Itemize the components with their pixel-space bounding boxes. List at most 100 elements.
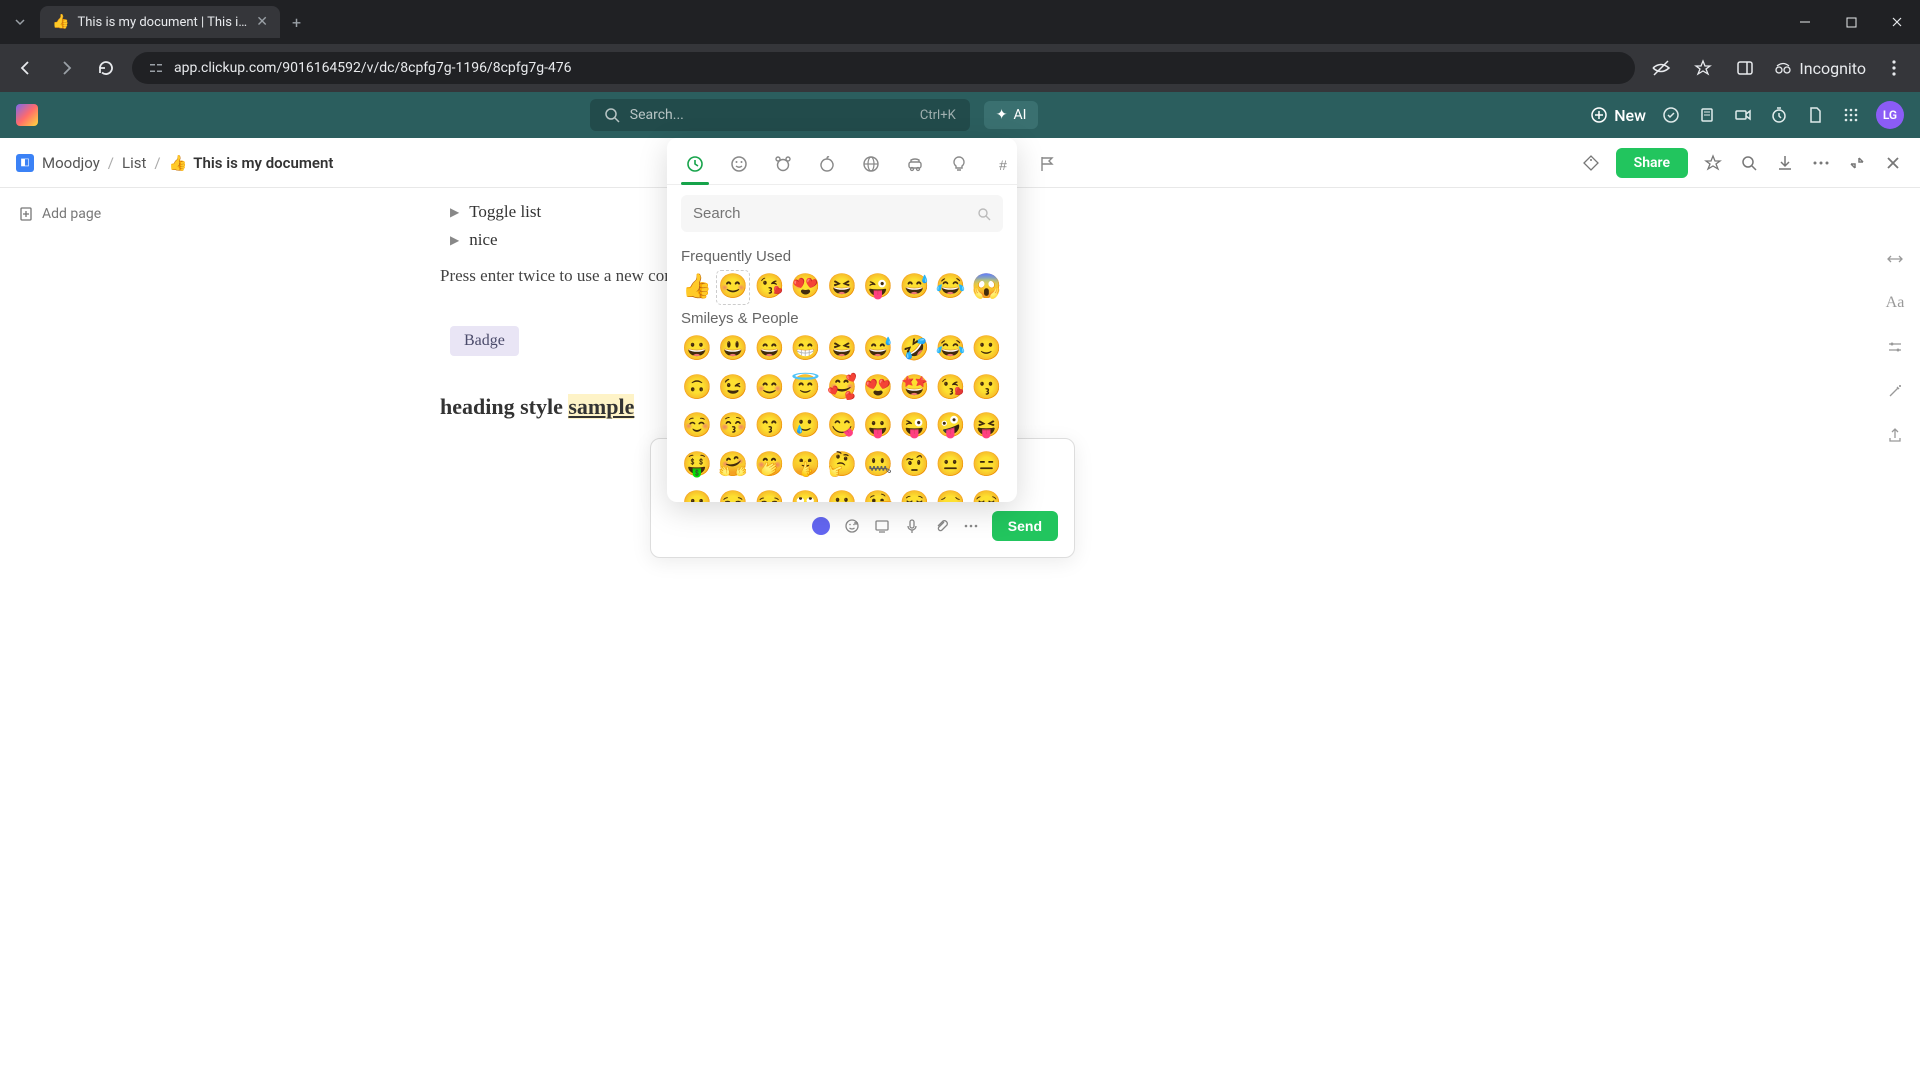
emoji-tab-smileys[interactable]: [725, 148, 753, 184]
timer-icon[interactable]: [1768, 104, 1790, 126]
incognito-badge[interactable]: Incognito: [1773, 58, 1866, 78]
typography-icon[interactable]: Aa: [1884, 292, 1906, 314]
search-doc-icon[interactable]: [1738, 152, 1760, 174]
attachment-icon[interactable]: [934, 518, 950, 534]
heading-sample[interactable]: heading style sample: [440, 394, 1880, 420]
emoji-tab-flags[interactable]: [1033, 148, 1061, 184]
bookmark-star-icon[interactable]: [1689, 54, 1717, 82]
emoji-cell[interactable]: 🤑: [681, 449, 713, 482]
emoji-cell[interactable]: 😐: [935, 449, 967, 482]
doc-icon[interactable]: [1804, 104, 1826, 126]
emoji-cell[interactable]: 🤭: [753, 449, 785, 482]
emoji-cell[interactable]: 😇: [790, 372, 822, 405]
emoji-cell[interactable]: 😄: [753, 333, 785, 366]
favorite-star-icon[interactable]: [1702, 152, 1724, 174]
emoji-cell[interactable]: 🤗: [717, 449, 749, 482]
emoji-cell[interactable]: 😋: [826, 410, 858, 443]
emoji-cell[interactable]: 😃: [717, 333, 749, 366]
screen-record-icon[interactable]: [874, 518, 890, 534]
emoji-cell[interactable]: 😱: [971, 271, 1003, 304]
notepad-icon[interactable]: [1696, 104, 1718, 126]
emoji-cell[interactable]: 😅: [898, 271, 930, 304]
emoji-cell[interactable]: ☺️: [681, 410, 713, 443]
user-avatar[interactable]: LG: [1876, 101, 1904, 129]
new-tab-button[interactable]: +: [280, 13, 313, 32]
minimize-button[interactable]: [1782, 0, 1828, 44]
emoji-picker-trigger-icon[interactable]: [844, 518, 860, 534]
emoji-cell[interactable]: 😆: [826, 271, 858, 304]
emoji-cell[interactable]: 😍: [862, 372, 894, 405]
doc-title[interactable]: This is my document: [193, 154, 333, 172]
emoji-cell[interactable]: 😒: [753, 488, 785, 502]
breadcrumb-workspace[interactable]: Moodjoy: [42, 154, 100, 172]
emoji-cell[interactable]: 😂: [935, 271, 967, 304]
emoji-tab-recent[interactable]: [681, 148, 709, 184]
emoji-cell[interactable]: 🤔: [826, 449, 858, 482]
share-button[interactable]: Share: [1616, 148, 1688, 178]
emoji-cell[interactable]: 😊: [717, 271, 749, 304]
side-panel-icon[interactable]: [1731, 54, 1759, 82]
emoji-cell[interactable]: 🙃: [681, 372, 713, 405]
emoji-cell[interactable]: 🤐: [862, 449, 894, 482]
emoji-cell[interactable]: 😏: [717, 488, 749, 502]
toggle-list-item[interactable]: ▶ nice: [450, 226, 1880, 254]
emoji-cell[interactable]: 😘: [753, 271, 785, 304]
width-toggle-icon[interactable]: [1884, 248, 1906, 270]
toggle-list-item[interactable]: ▶ Toggle list: [450, 198, 1880, 226]
emoji-cell[interactable]: 🤨: [898, 449, 930, 482]
new-button[interactable]: New: [1590, 106, 1646, 125]
emoji-cell[interactable]: 🤥: [862, 488, 894, 502]
export-share-icon[interactable]: [1884, 424, 1906, 446]
emoji-cell[interactable]: 😆: [826, 333, 858, 366]
assignee-avatar[interactable]: [812, 517, 830, 535]
emoji-cell[interactable]: 🙄: [790, 488, 822, 502]
emoji-cell[interactable]: 😀: [681, 333, 713, 366]
emoji-cell[interactable]: 😛: [862, 410, 894, 443]
close-window-button[interactable]: [1874, 0, 1920, 44]
emoji-tab-food[interactable]: [813, 148, 841, 184]
emoji-tab-animals[interactable]: [769, 148, 797, 184]
emoji-cell[interactable]: 😪: [971, 488, 1003, 502]
tab-close-icon[interactable]: ✕: [256, 14, 268, 30]
emoji-cell[interactable]: 😂: [935, 333, 967, 366]
tabs-dropdown[interactable]: [8, 10, 32, 34]
emoji-cell[interactable]: 😊: [753, 372, 785, 405]
breadcrumb-list[interactable]: List: [122, 154, 146, 172]
microphone-icon[interactable]: [904, 518, 920, 534]
eye-off-icon[interactable]: [1647, 54, 1675, 82]
settings-sliders-icon[interactable]: [1884, 336, 1906, 358]
forward-button[interactable]: [52, 54, 80, 82]
video-icon[interactable]: [1732, 104, 1754, 126]
reload-button[interactable]: [92, 54, 120, 82]
emoji-cell[interactable]: 😚: [717, 410, 749, 443]
ai-wand-icon[interactable]: [1884, 380, 1906, 402]
clickup-logo[interactable]: [16, 104, 38, 126]
toggle-arrow-icon[interactable]: ▶: [450, 205, 459, 220]
emoji-cell[interactable]: 🥰: [826, 372, 858, 405]
emoji-search-input[interactable]: [681, 195, 1003, 232]
document-content[interactable]: ▶ Toggle list ▶ nice Press enter twice t…: [310, 188, 1920, 1080]
emoji-tab-symbols[interactable]: #: [989, 148, 1017, 184]
emoji-cell[interactable]: 👍: [681, 271, 713, 304]
emoji-cell[interactable]: 😜: [862, 271, 894, 304]
emoji-cell[interactable]: 😬: [826, 488, 858, 502]
check-circle-icon[interactable]: [1660, 104, 1682, 126]
tag-icon[interactable]: [1580, 152, 1602, 174]
emoji-cell[interactable]: 🙂: [971, 333, 1003, 366]
emoji-cell[interactable]: 😉: [717, 372, 749, 405]
site-settings-icon[interactable]: [148, 60, 164, 76]
close-panel-icon[interactable]: [1882, 152, 1904, 174]
browser-tab[interactable]: 👍 This is my document | This is m ✕: [40, 6, 280, 38]
emoji-cell[interactable]: 😙: [753, 410, 785, 443]
toggle-arrow-icon[interactable]: ▶: [450, 233, 459, 248]
emoji-tab-activities[interactable]: [901, 148, 929, 184]
emoji-cell[interactable]: 😘: [935, 372, 967, 405]
emoji-tab-objects[interactable]: [945, 148, 973, 184]
emoji-cell[interactable]: 🤪: [935, 410, 967, 443]
badge-chip[interactable]: Badge: [450, 326, 519, 356]
back-button[interactable]: [12, 54, 40, 82]
more-icon[interactable]: [1810, 152, 1832, 174]
emoji-cell[interactable]: 😁: [790, 333, 822, 366]
url-bar[interactable]: app.clickup.com/9016164592/v/dc/8cpfg7g-…: [132, 52, 1635, 84]
collapse-icon[interactable]: [1846, 152, 1868, 174]
